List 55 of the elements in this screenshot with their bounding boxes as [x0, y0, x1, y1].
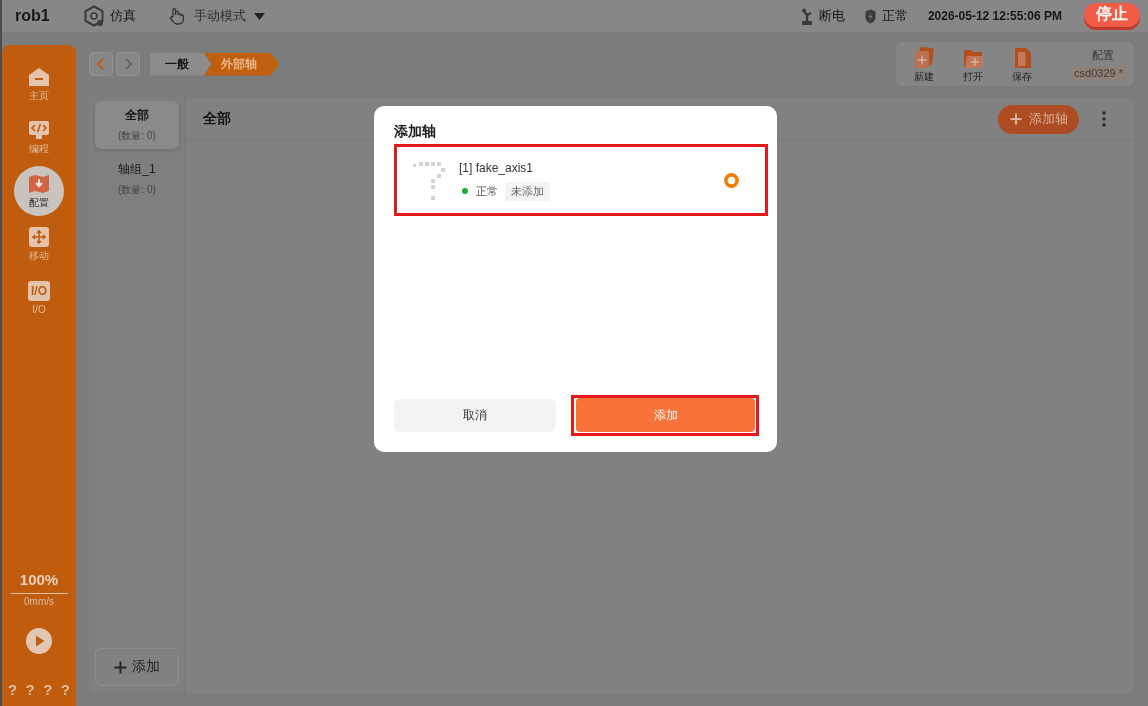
- sidebar-item[interactable]: 配置: [14, 166, 64, 216]
- sidebar-item[interactable]: I/O I/O: [14, 273, 64, 323]
- hexagon-icon: [83, 5, 104, 27]
- robot-name: rob1: [15, 7, 50, 25]
- confirm-button[interactable]: 添加: [576, 398, 755, 432]
- chevron-left-icon: [95, 57, 107, 71]
- play-icon[interactable]: [26, 628, 52, 654]
- back-button[interactable]: [89, 52, 113, 76]
- help-mark: ?: [60, 681, 70, 698]
- status-tag: 未添加: [505, 181, 550, 201]
- files-plus-icon: [914, 46, 934, 69]
- safety-status: 正常: [881, 7, 908, 25]
- move-icon: [28, 227, 50, 247]
- code-icon: [28, 120, 50, 140]
- datetime-label: 2026-05-12 12:55:06 PM: [927, 9, 1062, 23]
- run-mode-label: 仿真: [109, 7, 136, 25]
- power-status: 断电: [818, 7, 845, 25]
- axis-name: [1] fake_axis1: [459, 159, 535, 176]
- panel-title: 全部: [203, 110, 231, 128]
- speed-reading: 0mm/s: [24, 596, 54, 607]
- io-badge: I/O: [28, 280, 50, 301]
- sidebar-item[interactable]: 编程: [14, 112, 64, 163]
- sidebar-item[interactable]: 主页: [14, 59, 64, 109]
- robot-arm-icon: [800, 7, 813, 25]
- shield-icon: [864, 8, 876, 24]
- toolbar-button[interactable]: 保存: [1007, 46, 1037, 82]
- map-download-icon: [28, 173, 50, 194]
- help-mark: ?: [8, 681, 18, 698]
- toolbar-button[interactable]: 新建: [909, 46, 939, 82]
- stop-button[interactable]: 停止: [1084, 2, 1140, 27]
- cancel-button[interactable]: 取消: [394, 399, 556, 432]
- chevron-right-icon: [122, 57, 134, 71]
- status-label: 正常: [476, 183, 498, 199]
- hand-icon: [167, 7, 186, 25]
- add-group-button[interactable]: 添加: [95, 648, 179, 686]
- radio-button[interactable]: [724, 172, 739, 188]
- more-icon[interactable]: [1102, 111, 1106, 127]
- dialog-title: 添加轴: [394, 122, 437, 141]
- help-mark: ?: [25, 681, 35, 698]
- question-mark-icon: [412, 159, 446, 201]
- add-axis-button[interactable]: 添加轴: [998, 104, 1079, 134]
- breadcrumb-item[interactable]: 外部轴: [204, 52, 279, 76]
- plus-icon: [1009, 113, 1022, 125]
- sidebar-item[interactable]: 移动: [14, 219, 64, 270]
- caret-icon: [253, 12, 265, 20]
- toolbar-button[interactable]: 打开: [958, 46, 988, 82]
- mode-dropdown[interactable]: 手动模式: [167, 7, 265, 25]
- axis-card[interactable]: [1] fake_axis1 正常 未添加: [394, 144, 768, 216]
- config-name: csd0329 *: [1071, 66, 1126, 80]
- help-mark: ?: [43, 681, 53, 698]
- home-icon: [28, 66, 50, 87]
- config-label: 配置: [1092, 48, 1114, 63]
- plus-icon: [114, 660, 127, 674]
- document-icon: [1012, 46, 1032, 69]
- speed-override: 100%: [19, 571, 59, 588]
